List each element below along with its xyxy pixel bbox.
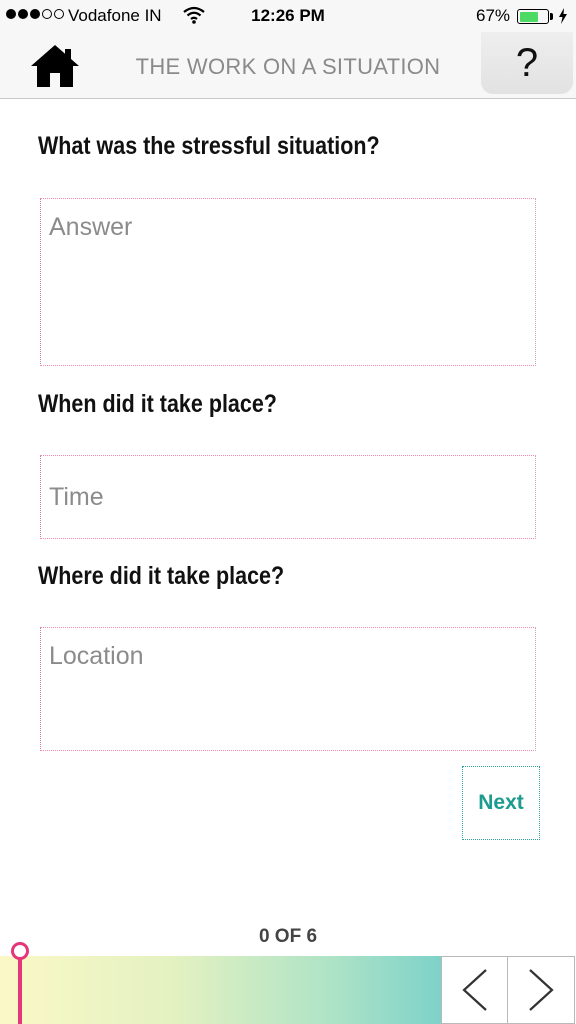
- question-situation: What was the stressful situation?: [38, 132, 380, 160]
- progress-bar: [0, 956, 441, 1024]
- status-bar: Vodafone IN 12:26 PM 67%: [0, 0, 576, 32]
- next-page-button[interactable]: [508, 956, 575, 1024]
- chevron-left-icon: [461, 969, 487, 1011]
- app-header: THE WORK ON A SITUATION ?: [0, 32, 576, 99]
- battery-fill: [519, 11, 538, 22]
- battery-tip: [550, 13, 553, 20]
- progress-label: 0 OF 6: [258, 926, 318, 947]
- previous-page-button[interactable]: [441, 956, 508, 1024]
- question-time: When did it take place?: [38, 390, 277, 418]
- chevron-right-icon: [529, 969, 554, 1011]
- help-button[interactable]: ?: [481, 32, 573, 94]
- progress-marker[interactable]: [18, 950, 22, 1024]
- next-button[interactable]: Next: [462, 766, 540, 840]
- question-location: Where did it take place?: [38, 562, 285, 590]
- battery-percentage: 67%: [476, 6, 511, 25]
- situation-answer-field[interactable]: [40, 198, 536, 366]
- progress-marker-handle[interactable]: [11, 942, 29, 960]
- location-field[interactable]: [40, 627, 536, 751]
- battery-icon: [517, 9, 549, 24]
- charging-bolt-icon: [559, 8, 567, 24]
- time-field[interactable]: [40, 455, 536, 539]
